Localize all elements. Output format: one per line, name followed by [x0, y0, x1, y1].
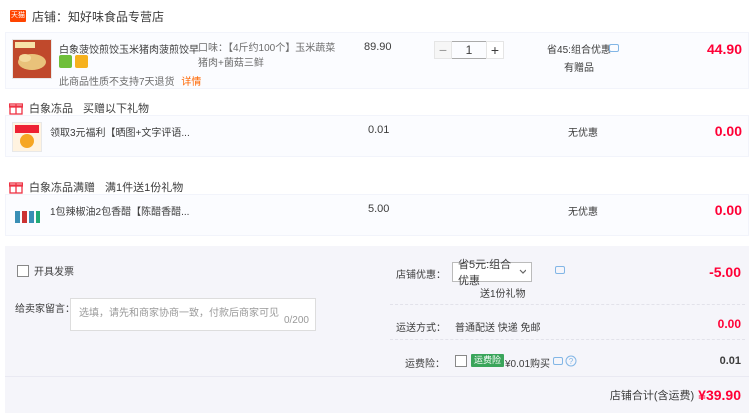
message-textarea[interactable]: 选填，请先和商家协商一致，付款后商家可见 0/200: [70, 298, 316, 331]
gift-price: 0.01: [368, 124, 390, 136]
shipping-amount: 0.00: [717, 317, 741, 331]
gift-promo: 无优惠: [568, 128, 598, 139]
message-label: 给卖家留言：: [15, 304, 75, 315]
shop-discount-label: 店铺优惠：: [396, 270, 446, 281]
gift-thumbnail[interactable]: [12, 203, 42, 227]
promo-gift-label: 有赠品: [564, 63, 594, 74]
item-amount: 44.90: [706, 41, 742, 57]
gift-section-2-title: 白象冻品满赠 满1件送1份礼物: [9, 179, 183, 195]
shipping-method: 普通配送 快递 免邮: [455, 323, 541, 334]
quantity-stepper: − 1 +: [434, 41, 504, 59]
divider: [390, 339, 745, 340]
total-amount: ¥39.90: [698, 387, 741, 403]
insurance-checkbox[interactable]: [455, 355, 467, 367]
service-icons: [59, 55, 88, 68]
promo-label: 省45:组合优惠: [547, 45, 611, 56]
invoice-option[interactable]: 开具发票: [17, 263, 74, 278]
gift-promo: 无优惠: [568, 207, 598, 218]
gift-icon: [9, 182, 23, 194]
gift-title[interactable]: 1包辣椒油2包香醋【陈醋香醋...: [50, 203, 189, 218]
sku-info: 口味：【4斤约100个】玉米蔬菜猪肉+菌菇三鲜: [198, 43, 336, 69]
quantity-input[interactable]: 1: [452, 41, 486, 59]
card-payment-icon: [75, 55, 88, 68]
order-options-panel: 开具发票 给卖家留言： 选填，请先和商家协商一致，付款后商家可见 0/200 店…: [5, 246, 749, 376]
shop-header: 天猫 店铺：知好味食品专营店: [0, 0, 754, 32]
total-label: 店铺合计(含运费): [609, 390, 695, 402]
shop-name-link[interactable]: 店铺：知好味食品专营店: [32, 8, 164, 25]
return-policy-detail-link[interactable]: 详情: [181, 77, 201, 88]
gift-icon: [9, 103, 23, 115]
chevron-down-icon: [520, 269, 526, 274]
shop-discount-amount: -5.00: [709, 264, 741, 280]
insurance-amount: 0.01: [719, 355, 741, 367]
gift-title[interactable]: 领取3元福利【晒图+文字评语...: [50, 124, 190, 139]
increase-button[interactable]: +: [486, 41, 504, 59]
condiment-packs-image-icon: [15, 211, 40, 223]
gift-amount: 0.00: [714, 202, 742, 218]
insurance-price: ¥0.01购买: [505, 359, 551, 370]
gift-price: 5.00: [368, 203, 390, 215]
unit-price: 89.90: [364, 41, 392, 53]
return-policy-note: 此商品性质不支持7天退货 详情: [59, 77, 202, 88]
discount-gift-label: 送1份礼物: [480, 289, 526, 300]
gift-section-1-title: 白象冻品 买赠以下礼物: [9, 100, 149, 116]
dumpling-image-icon: [13, 40, 51, 78]
insurance-tag: 运费险: [471, 354, 505, 367]
svg-text:?: ?: [569, 357, 574, 366]
gift-item-1: 领取3元福利【晒图+文字评语... 0.01 无优惠 0.00: [5, 115, 749, 157]
promo-comment-icon[interactable]: [609, 44, 619, 52]
product-title[interactable]: 白象菠饺煎饺玉米猪肉菠煎饺早...: [59, 41, 199, 56]
shop-total-bar: 店铺合计(含运费) ¥39.90: [5, 376, 749, 413]
divider: [390, 304, 745, 305]
gift-amount: 0.00: [714, 123, 742, 139]
discount-comment-icon[interactable]: [555, 266, 565, 274]
product-thumbnail[interactable]: [12, 39, 52, 79]
help-icon[interactable]: ?: [565, 355, 577, 367]
promo-info: 省45:组合优惠 有赠品: [544, 41, 614, 74]
insurance-label: 运费险：: [405, 359, 445, 370]
gift-item-2: 1包辣椒油2包香醋【陈醋香醋... 5.00 无优惠 0.00: [5, 194, 749, 236]
cart-item-main: 白象菠饺煎饺玉米猪肉菠煎饺早... 此商品性质不支持7天退货 详情 口味：【4斤…: [5, 32, 749, 89]
gift-thumbnail[interactable]: [12, 122, 42, 152]
service-badge-icon: [59, 55, 72, 68]
coupon-image-icon: [13, 123, 41, 151]
decrease-button[interactable]: −: [434, 41, 452, 59]
insurance-comment-icon[interactable]: [553, 357, 563, 365]
tmall-logo-icon: 天猫: [10, 10, 26, 22]
message-char-count: 0/200: [283, 315, 309, 326]
shipping-label: 运送方式：: [396, 323, 446, 334]
shop-discount-select[interactable]: 省5元:组合优惠: [452, 259, 532, 287]
invoice-checkbox[interactable]: [17, 264, 29, 277]
